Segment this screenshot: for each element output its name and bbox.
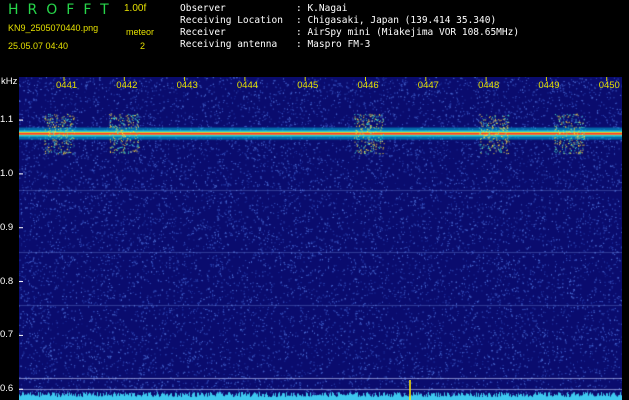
spectrogram-overlay	[19, 77, 608, 400]
y-tick-label: 0.6	[0, 383, 14, 395]
antenna-value: : Maspro FM-3	[296, 39, 371, 50]
y-tick-label: 1.0	[0, 167, 14, 179]
x-tick-label: 0447	[417, 80, 439, 91]
observer-label: Observer	[180, 3, 226, 14]
spectrogram-plot	[19, 77, 622, 400]
x-tick-label: 0450	[598, 80, 620, 91]
app-version: 1.00f	[124, 3, 147, 14]
antenna-label: Receiving antenna	[180, 39, 278, 50]
y-tick-label: 0.8	[0, 275, 14, 287]
receiver-value: : AirSpy mini (Miakejima VOR 108.65MHz)	[296, 27, 520, 38]
meteor-count: 2	[140, 41, 146, 51]
x-tick-label: 0444	[236, 80, 259, 91]
y-tick-label: 1.1	[0, 114, 14, 126]
x-tick-label: 0442	[116, 80, 138, 91]
x-tick-label: 0443	[176, 80, 198, 91]
receiver-label: Receiver	[180, 27, 226, 38]
filename: KN9_2505070440.png	[8, 23, 99, 33]
y-tick-label: 0.9	[0, 221, 14, 233]
y-tick-label: 0.7	[0, 329, 14, 341]
app-name: HROFFT	[8, 2, 118, 18]
y-axis-unit: kHz	[1, 76, 18, 87]
location-label: Receiving Location	[180, 15, 283, 26]
header-panel: HROFFT 1.00f KN9_2505070440.png 25.05.07…	[0, 0, 629, 76]
x-tick-label: 0445	[297, 80, 319, 91]
x-tick-label: 0449	[538, 80, 560, 91]
x-tick-label: 0448	[478, 80, 500, 91]
observer-value: : K.Nagai	[296, 3, 348, 14]
x-tick-label: 0441	[56, 80, 78, 91]
location-value: : Chigasaki, Japan (139.414 35.340)	[296, 15, 497, 26]
meteor-label: meteor	[126, 27, 155, 37]
datetime: 25.05.07 04:40	[8, 41, 69, 51]
x-tick-label: 0446	[357, 80, 379, 91]
